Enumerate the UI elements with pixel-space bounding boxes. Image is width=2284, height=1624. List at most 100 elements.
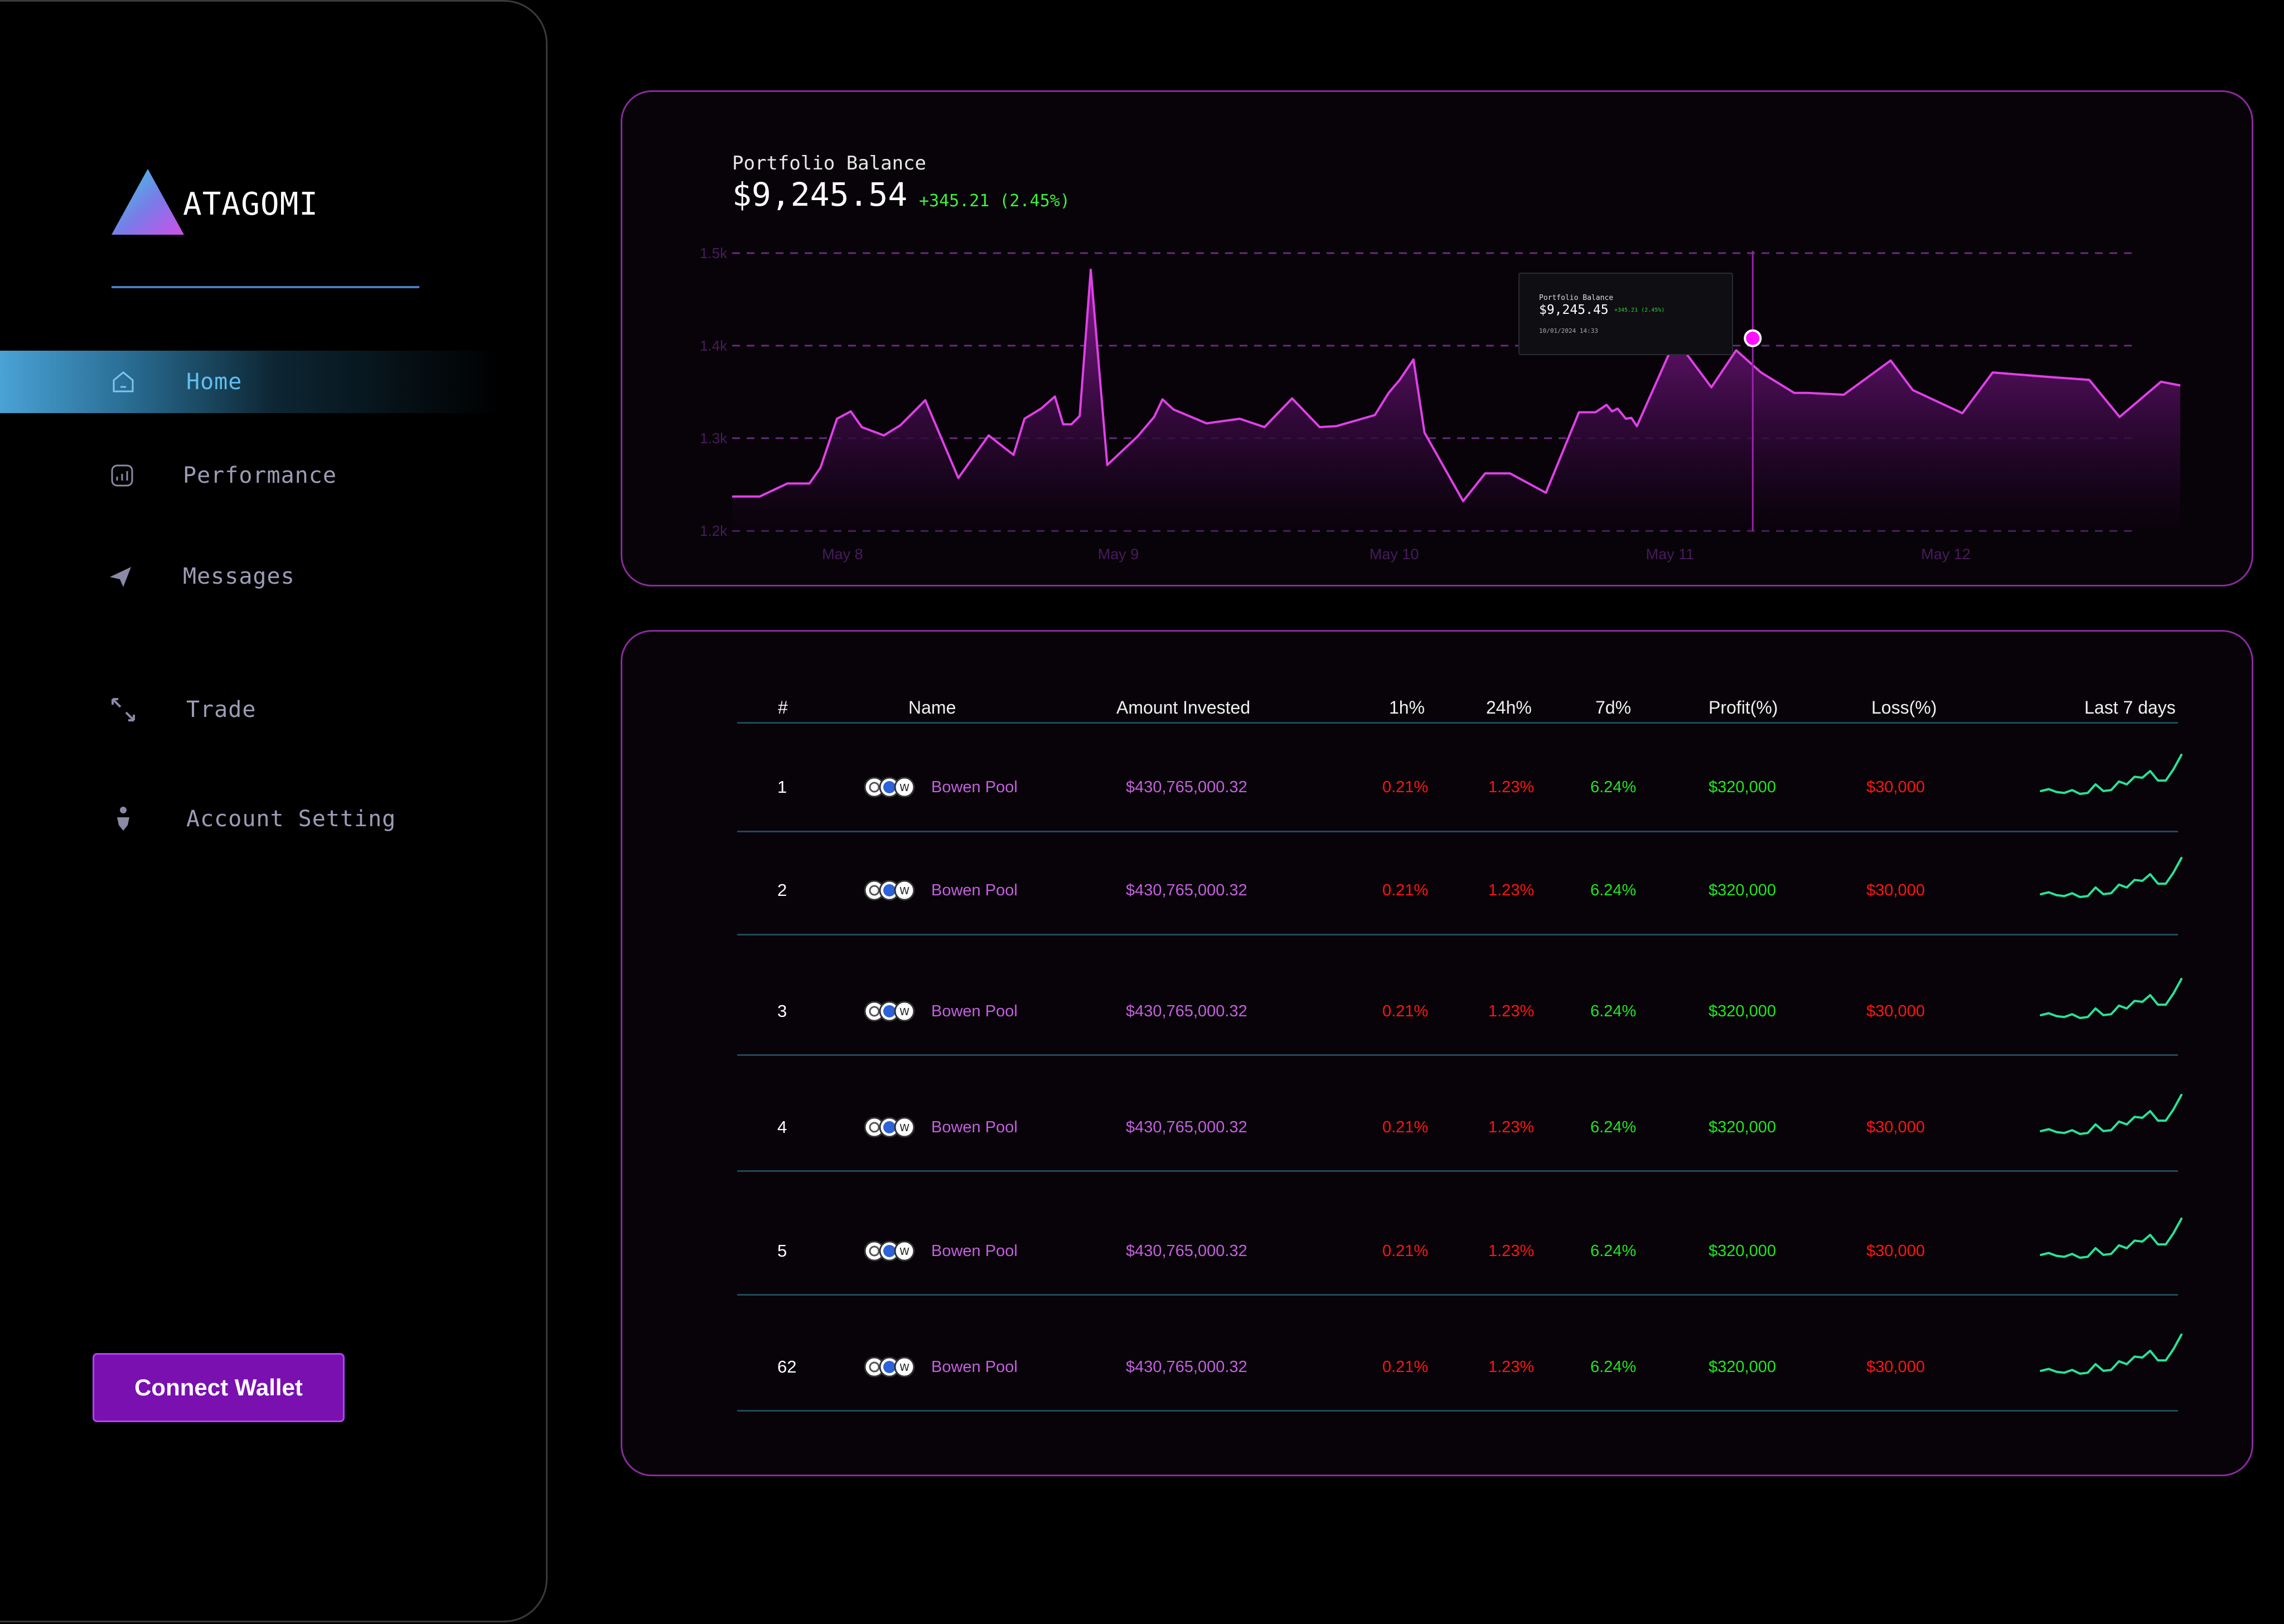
loss-value: $30,000 bbox=[1866, 881, 1925, 899]
chart-icon bbox=[111, 464, 133, 487]
sidebar-item-trade[interactable]: Trade bbox=[0, 678, 500, 741]
token-icons: W bbox=[864, 1240, 915, 1262]
sidebar-item-account-setting[interactable]: Account Setting bbox=[0, 788, 500, 850]
change-1h: 0.21% bbox=[1382, 1118, 1429, 1136]
sidebar-item-home[interactable]: Home bbox=[0, 351, 500, 413]
amount-invested: $430,765,000.32 bbox=[1126, 881, 1247, 899]
sparkline-line bbox=[2040, 1094, 2183, 1135]
pool-name[interactable]: Bowen Pool bbox=[931, 1002, 1018, 1021]
row-divider bbox=[737, 934, 2178, 935]
x-tick-label: May 9 bbox=[1098, 546, 1139, 563]
change-24h: 1.23% bbox=[1488, 1242, 1535, 1260]
row-number: 1 bbox=[777, 777, 787, 797]
loss-value: $30,000 bbox=[1866, 1242, 1925, 1260]
change-7d: 6.24% bbox=[1590, 1358, 1637, 1376]
pool-name[interactable]: Bowen Pool bbox=[931, 1358, 1018, 1376]
change-1h: 0.21% bbox=[1382, 881, 1429, 899]
row-divider bbox=[737, 1294, 2178, 1296]
row-number: 3 bbox=[777, 1001, 787, 1021]
svg-text:W: W bbox=[899, 1006, 909, 1018]
change-7d: 6.24% bbox=[1590, 1002, 1637, 1020]
change-24h: 1.23% bbox=[1488, 1358, 1535, 1376]
loss-value: $30,000 bbox=[1866, 1118, 1925, 1136]
amount-invested: $430,765,000.32 bbox=[1126, 1118, 1247, 1136]
connect-wallet-button[interactable]: Connect Wallet bbox=[93, 1353, 345, 1422]
tooltip-title: Portfolio Balance bbox=[1539, 294, 1614, 302]
profit-value: $320,000 bbox=[1709, 1242, 1776, 1260]
brand-name: ATAGOMI bbox=[183, 186, 319, 222]
column-header-last-7-days[interactable]: Last 7 days bbox=[2084, 697, 2176, 718]
profit-value: $320,000 bbox=[1709, 881, 1776, 899]
sparkline-line bbox=[2040, 978, 2183, 1019]
loss-value: $30,000 bbox=[1866, 1358, 1925, 1376]
change-1h: 0.21% bbox=[1382, 778, 1429, 796]
balance-value: $9,245.54 bbox=[732, 176, 908, 214]
pools-table-card: # Name Amount Invested 1h% 24h% 7d% Prof… bbox=[621, 630, 2253, 1476]
column-header-24h[interactable]: 24h% bbox=[1486, 697, 1532, 718]
area-fill bbox=[732, 269, 2180, 531]
send-icon bbox=[110, 567, 131, 587]
sidebar-item-messages[interactable]: Messages bbox=[0, 545, 500, 608]
tooltip-date: 10/01/2024 14:33 bbox=[1539, 327, 1598, 335]
x-tick-label: May 10 bbox=[1370, 546, 1419, 563]
column-header-7d[interactable]: 7d% bbox=[1595, 697, 1631, 718]
sparkline-chart bbox=[2040, 1334, 2183, 1375]
sidebar-item-label: Account Setting bbox=[186, 806, 396, 832]
logo: ATAGOMI bbox=[112, 169, 318, 235]
row-number: 5 bbox=[777, 1241, 787, 1261]
row-number: 2 bbox=[777, 880, 787, 900]
x-tick-label: May 12 bbox=[1921, 546, 1971, 563]
token-icons: W bbox=[864, 880, 915, 901]
portfolio-chart-card: 1.5k 1.4k 1.3k 1.2k May 8 May 9 May 10 May 11 M… bbox=[621, 90, 2253, 586]
pool-name[interactable]: Bowen Pool bbox=[931, 1118, 1018, 1137]
x-tick-label: May 11 bbox=[1646, 546, 1695, 563]
sparkline-chart bbox=[2040, 1094, 2183, 1135]
profit-value: $320,000 bbox=[1709, 1118, 1776, 1136]
change-24h: 1.23% bbox=[1488, 778, 1535, 796]
pool-name[interactable]: Bowen Pool bbox=[931, 881, 1018, 900]
header-divider bbox=[737, 722, 2178, 724]
column-header-loss[interactable]: Loss(%) bbox=[1871, 697, 1937, 718]
sidebar-item-label: Performance bbox=[183, 463, 337, 488]
row-divider bbox=[737, 1054, 2178, 1056]
loss-value: $30,000 bbox=[1866, 778, 1925, 796]
column-header-rank[interactable]: # bbox=[778, 697, 788, 718]
sparkline-line bbox=[2040, 857, 2183, 898]
sidebar-item-performance[interactable]: Performance bbox=[0, 444, 500, 507]
home-icon bbox=[113, 371, 134, 392]
amount-invested: $430,765,000.32 bbox=[1126, 1002, 1247, 1020]
change-1h: 0.21% bbox=[1382, 1002, 1429, 1020]
sparkline-line bbox=[2040, 754, 2183, 795]
chart-tooltip: Portfolio Balance $9,245.45 +345.21 (2.4… bbox=[1518, 273, 1733, 355]
change-7d: 6.24% bbox=[1590, 1118, 1637, 1136]
change-1h: 0.21% bbox=[1382, 1242, 1429, 1260]
sparkline-line bbox=[2040, 1334, 2183, 1375]
amount-invested: $430,765,000.32 bbox=[1126, 778, 1247, 796]
loss-value: $30,000 bbox=[1866, 1002, 1925, 1020]
row-divider bbox=[737, 831, 2178, 832]
token-icons: W bbox=[864, 1356, 915, 1378]
column-header-amount[interactable]: Amount Invested bbox=[1116, 697, 1250, 718]
pool-name[interactable]: Bowen Pool bbox=[931, 778, 1018, 797]
change-24h: 1.23% bbox=[1488, 881, 1535, 899]
token-icons: W bbox=[864, 1001, 915, 1022]
tooltip-change: +345.21 (2.45%) bbox=[1614, 307, 1665, 313]
profit-value: $320,000 bbox=[1709, 1358, 1776, 1376]
svg-text:W: W bbox=[899, 885, 909, 897]
sparkline-chart bbox=[2040, 1218, 2183, 1259]
sparkline-chart bbox=[2040, 754, 2183, 795]
amount-invested: $430,765,000.32 bbox=[1126, 1358, 1247, 1376]
y-tick-label: 1.5k bbox=[700, 245, 728, 261]
svg-text:W: W bbox=[899, 782, 909, 794]
sidebar-item-label: Trade bbox=[186, 697, 257, 723]
column-header-name[interactable]: Name bbox=[908, 697, 956, 718]
pool-name[interactable]: Bowen Pool bbox=[931, 1242, 1018, 1261]
column-header-1h[interactable]: 1h% bbox=[1389, 697, 1425, 718]
amount-invested: $430,765,000.32 bbox=[1126, 1242, 1247, 1260]
user-icon bbox=[117, 807, 129, 831]
token-icons: W bbox=[864, 777, 915, 798]
column-header-profit[interactable]: Profit(%) bbox=[1709, 697, 1778, 718]
change-24h: 1.23% bbox=[1488, 1118, 1535, 1136]
change-7d: 6.24% bbox=[1590, 881, 1637, 899]
divider bbox=[112, 286, 419, 288]
